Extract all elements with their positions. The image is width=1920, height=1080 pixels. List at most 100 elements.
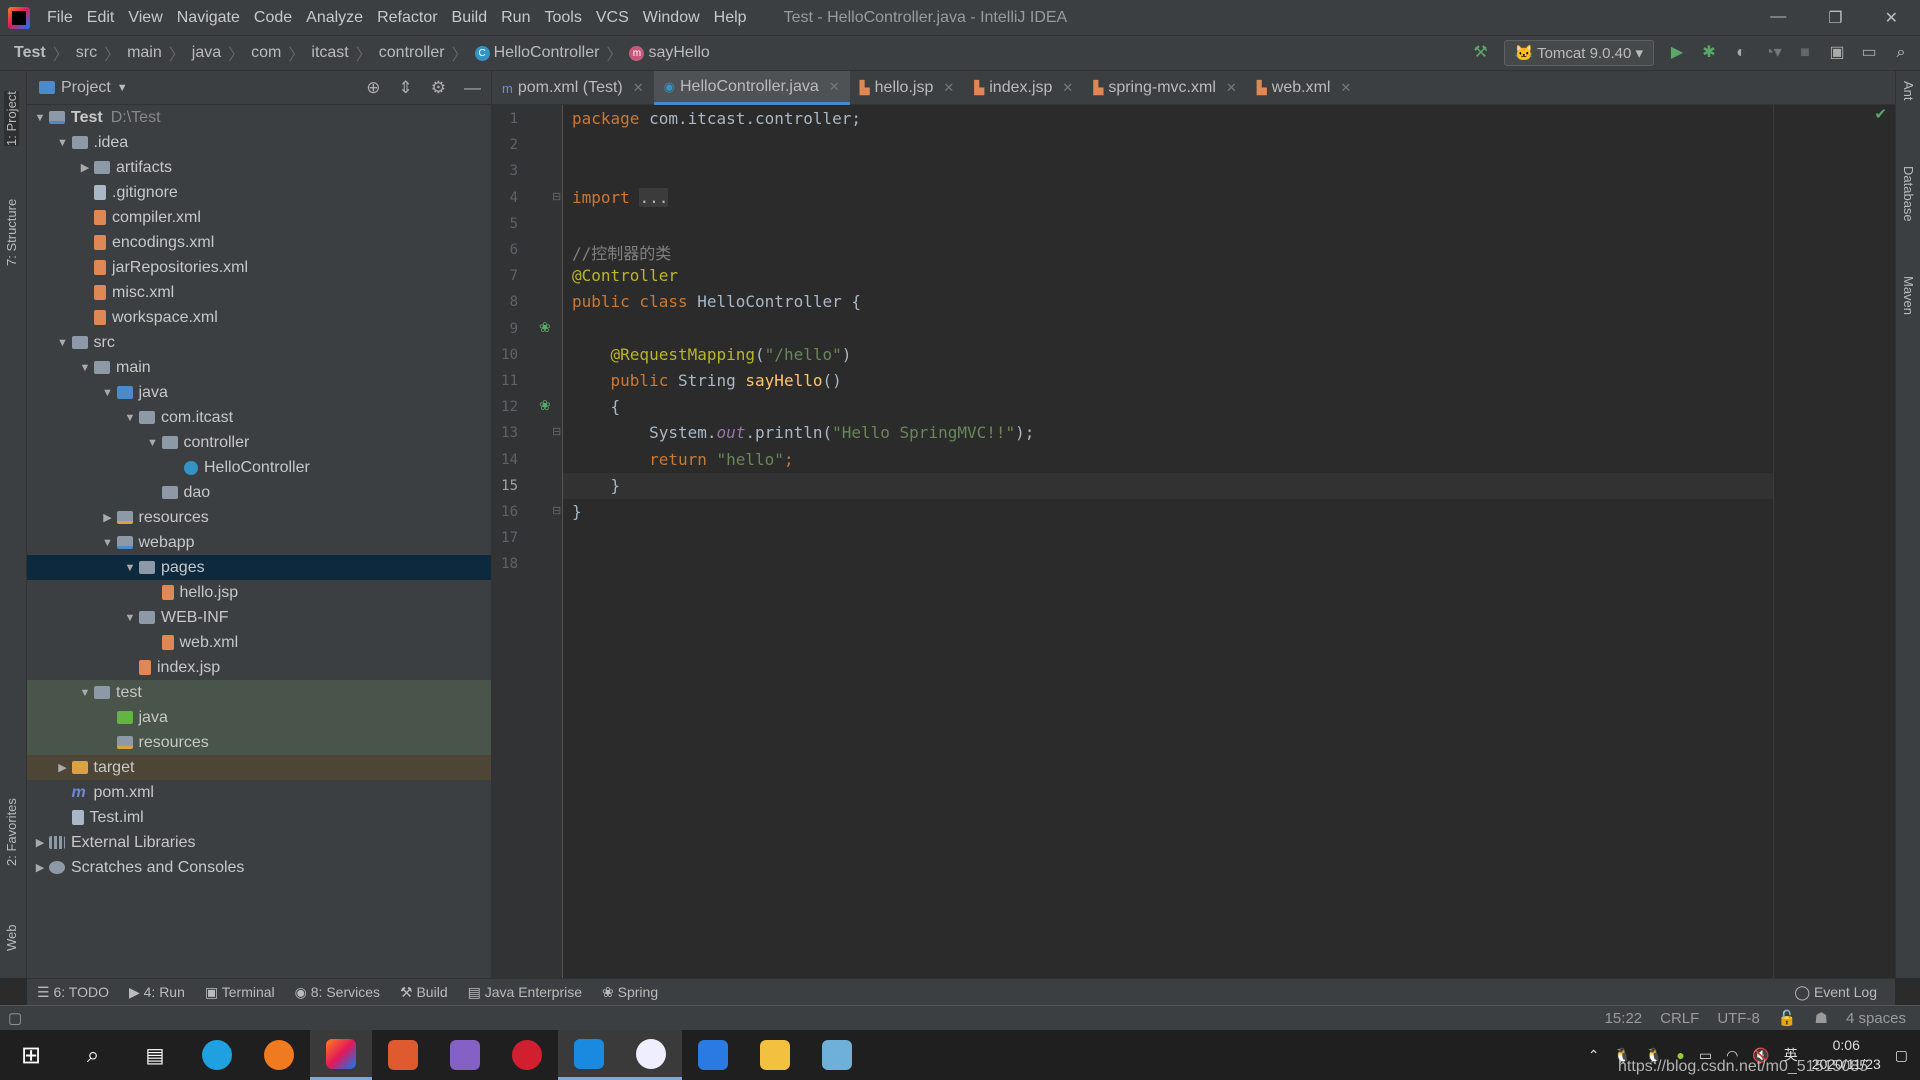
taskbar-app-red[interactable] <box>496 1030 558 1080</box>
task-view-button[interactable]: ▤ <box>124 1030 186 1080</box>
tree-item[interactable]: ▼ test <box>27 680 491 705</box>
close-tab-icon[interactable]: ✕ <box>943 80 954 96</box>
expanded-arrow-icon[interactable]: ▼ <box>144 437 162 449</box>
expanded-arrow-icon[interactable]: ▼ <box>54 337 72 349</box>
menu-navigate[interactable]: Navigate <box>170 9 247 27</box>
project-structure-icon[interactable]: ▣ <box>1828 44 1846 62</box>
tab-spring-mvc-xml[interactable]: ▙ spring-mvc.xml ✕ <box>1083 71 1246 105</box>
expanded-arrow-icon[interactable]: ▼ <box>121 612 139 624</box>
menu-build[interactable]: Build <box>445 9 495 27</box>
gear-icon[interactable]: ⚙ <box>431 78 446 98</box>
tree-item[interactable]: ▶ External Libraries <box>27 830 491 855</box>
run-config-select[interactable]: 🐱 Tomcat 9.0.40 ▾ <box>1503 40 1654 66</box>
tree-item[interactable]: compiler.xml <box>27 205 491 230</box>
menu-window[interactable]: Window <box>636 9 707 27</box>
tree-item[interactable]: ▼ webapp <box>27 530 491 555</box>
file-encoding[interactable]: UTF-8 <box>1717 1010 1760 1027</box>
tab-hellocontroller-java[interactable]: ◉ HelloController.java ✕ <box>653 71 850 105</box>
spring-bean-gutter-icon[interactable]: ❀ <box>539 319 551 336</box>
breadcrumb-item[interactable]: controller <box>379 44 445 62</box>
project-view-select[interactable]: Project <box>61 79 111 97</box>
collapsed-arrow-icon[interactable]: ▶ <box>99 511 117 524</box>
tree-item[interactable]: misc.xml <box>27 280 491 305</box>
tree-item[interactable]: java <box>27 705 491 730</box>
tool-project[interactable]: 1: Project <box>4 91 19 146</box>
menu-vcs[interactable]: VCS <box>589 9 636 27</box>
breadcrumb-item[interactable]: com <box>251 44 281 62</box>
inspector-icon[interactable]: ☗ <box>1815 1009 1828 1027</box>
fold-end-icon[interactable]: ⊟ <box>552 504 561 517</box>
lock-icon[interactable]: 🔓 <box>1778 1009 1797 1027</box>
tree-item[interactable]: .gitignore <box>27 180 491 205</box>
caret-position[interactable]: 15:22 <box>1605 1010 1643 1027</box>
tool-web[interactable]: Web <box>4 925 19 952</box>
collapsed-arrow-icon[interactable]: ▶ <box>31 836 49 849</box>
taskbar-wps[interactable] <box>682 1030 744 1080</box>
tree-item[interactable]: ▼ controller <box>27 430 491 455</box>
minimize-button[interactable]: — <box>1770 8 1786 28</box>
toggle-tool-windows-icon[interactable]: ▢ <box>8 1009 22 1027</box>
menu-code[interactable]: Code <box>247 9 299 27</box>
fold-method-icon[interactable]: ⊟ <box>552 425 561 438</box>
taskbar-intellij[interactable] <box>310 1030 372 1080</box>
spring-mapping-gutter-icon[interactable]: ❀ <box>539 397 551 414</box>
breadcrumb-item[interactable]: java <box>192 44 221 62</box>
tree-item[interactable]: index.jsp <box>27 655 491 680</box>
tree-item[interactable]: encodings.xml <box>27 230 491 255</box>
code-editor[interactable]: ✔ package com.itcast.controller; import .… <box>563 105 1895 978</box>
tree-item[interactable]: ▶ target <box>27 755 491 780</box>
tree-item[interactable]: ▶ artifacts <box>27 155 491 180</box>
expanded-arrow-icon[interactable]: ▼ <box>121 412 139 424</box>
search-button[interactable]: ⌕ <box>62 1030 124 1080</box>
tab-index-jsp[interactable]: ▙ index.jsp ✕ <box>964 71 1083 105</box>
taskbar-app-blue[interactable] <box>620 1030 682 1080</box>
tool-tab-terminal[interactable]: ▣ Terminal <box>205 984 275 1001</box>
close-tab-icon[interactable]: ✕ <box>1062 80 1073 96</box>
close-button[interactable]: ✕ <box>1885 8 1898 28</box>
expanded-arrow-icon[interactable]: ▼ <box>99 537 117 549</box>
menu-analyze[interactable]: Analyze <box>299 9 370 27</box>
coverage-icon[interactable]: ◐ <box>1732 44 1750 62</box>
collapsed-arrow-icon[interactable]: ▶ <box>76 161 94 174</box>
taskbar-firefox[interactable] <box>248 1030 310 1080</box>
tab-pom-xml-test-[interactable]: m pom.xml (Test) ✕ <box>492 71 654 105</box>
locate-icon[interactable]: ⊕ <box>366 78 380 98</box>
start-button[interactable]: ⊞ <box>0 1030 62 1080</box>
tool-structure[interactable]: 7: Structure <box>4 199 19 266</box>
tree-item[interactable]: ▼ .idea <box>27 130 491 155</box>
menu-help[interactable]: Help <box>707 9 754 27</box>
search-icon[interactable]: ⌕ <box>1892 44 1910 62</box>
expanded-arrow-icon[interactable]: ▼ <box>121 562 139 574</box>
breadcrumb-item[interactable]: Test <box>14 44 46 62</box>
expanded-arrow-icon[interactable]: ▼ <box>54 137 72 149</box>
event-log-button[interactable]: ◯ Event Log <box>1794 984 1877 1001</box>
build-hammer-icon[interactable]: ⚒ <box>1472 44 1490 62</box>
tree-item[interactable]: ▼ java <box>27 380 491 405</box>
taskbar-hbuilder[interactable] <box>372 1030 434 1080</box>
tool-tab-4-run[interactable]: ▶ 4: Run <box>129 984 185 1001</box>
collapse-all-icon[interactable]: ⇕ <box>399 78 413 98</box>
taskbar-visual-studio[interactable] <box>434 1030 496 1080</box>
tree-item[interactable]: workspace.xml <box>27 305 491 330</box>
tree-item[interactable]: web.xml <box>27 630 491 655</box>
tree-item[interactable]: ▶ resources <box>27 505 491 530</box>
tool-tab-6-todo[interactable]: ☰ 6: TODO <box>37 984 109 1001</box>
tool-maven[interactable]: Maven <box>1901 276 1916 315</box>
tab-hello-jsp[interactable]: ▙ hello.jsp ✕ <box>850 71 965 105</box>
layout-icon[interactable]: ▭ <box>1860 44 1878 62</box>
breadcrumb-item[interactable]: HelloController <box>494 44 600 62</box>
collapsed-arrow-icon[interactable]: ▶ <box>31 861 49 874</box>
hide-icon[interactable]: — <box>464 78 481 98</box>
expanded-arrow-icon[interactable]: ▼ <box>76 687 94 699</box>
tool-tab-java-enterprise[interactable]: ▤ Java Enterprise <box>468 984 582 1001</box>
close-tab-icon[interactable]: ✕ <box>633 80 644 96</box>
tree-item[interactable]: m pom.xml <box>27 780 491 805</box>
breadcrumb-item[interactable]: sayHello <box>648 44 709 62</box>
close-tab-icon[interactable]: ✕ <box>1340 80 1351 96</box>
expanded-arrow-icon[interactable]: ▼ <box>99 387 117 399</box>
tool-favorites[interactable]: 2: Favorites <box>4 798 19 866</box>
menu-edit[interactable]: Edit <box>80 9 122 27</box>
tree-item[interactable]: jarRepositories.xml <box>27 255 491 280</box>
breadcrumb-item[interactable]: src <box>76 44 97 62</box>
stop-icon[interactable]: ■ <box>1796 44 1814 62</box>
